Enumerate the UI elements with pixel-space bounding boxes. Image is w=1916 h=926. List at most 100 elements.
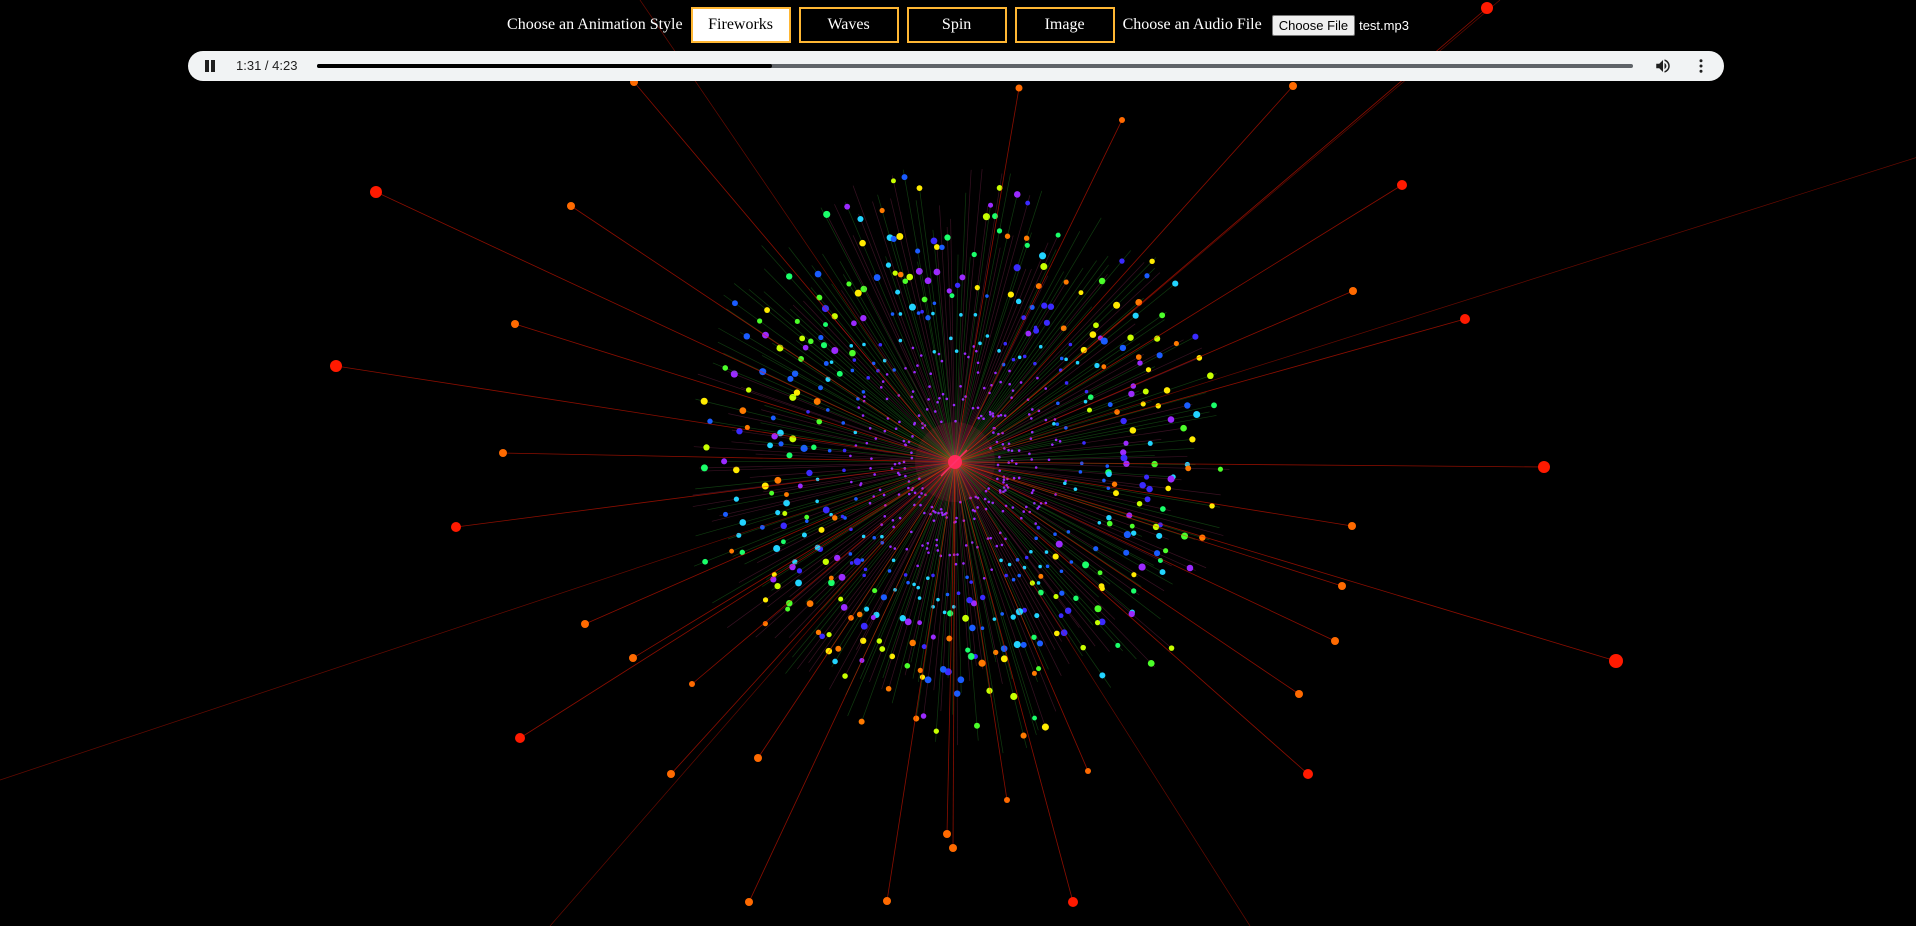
firework-particle xyxy=(1106,514,1112,521)
firework-particle xyxy=(822,558,829,565)
firework-particle xyxy=(806,469,813,477)
firework-particle xyxy=(778,441,784,447)
firework-particle xyxy=(975,349,978,353)
firework-particle xyxy=(939,244,945,251)
firework-particle xyxy=(879,646,886,652)
firework-particle xyxy=(929,372,933,376)
firework-particle xyxy=(973,312,978,317)
firework-particle xyxy=(904,443,907,446)
firework-particle xyxy=(966,596,973,604)
firework-particle xyxy=(1010,459,1014,462)
firework-particle xyxy=(860,558,865,562)
firework-particle xyxy=(1189,436,1196,443)
firework-particle xyxy=(1217,466,1224,472)
firework-particle xyxy=(994,371,997,375)
firework-particle xyxy=(1106,471,1112,478)
firework-particle xyxy=(911,435,914,438)
firework-particle xyxy=(862,342,866,347)
pause-button[interactable] xyxy=(202,58,218,74)
burst-ray xyxy=(502,452,956,463)
firework-particle xyxy=(901,174,908,181)
firework-particle xyxy=(1129,427,1137,434)
firework-particle xyxy=(1132,312,1139,319)
firework-particle xyxy=(1002,478,1006,482)
more-options-button[interactable] xyxy=(1692,57,1710,75)
firework-particle xyxy=(818,334,824,341)
firework-particle xyxy=(863,395,866,398)
seek-slider[interactable] xyxy=(317,64,1633,68)
firework-particle xyxy=(1044,387,1048,390)
firework-particle xyxy=(1159,569,1166,576)
firework-particle xyxy=(894,427,898,430)
firework-particle xyxy=(1040,263,1048,271)
image-button[interactable]: Image xyxy=(1014,7,1115,43)
firework-particle xyxy=(1193,410,1201,418)
firework-particle xyxy=(857,215,864,223)
firework-particle xyxy=(916,185,923,192)
firework-particle xyxy=(773,544,781,553)
firework-particle xyxy=(988,410,992,414)
firework-particle xyxy=(866,376,871,380)
firework-particle xyxy=(915,248,921,254)
firework-particle xyxy=(1036,507,1039,510)
firework-particle xyxy=(815,499,819,504)
firework-particle xyxy=(1044,501,1048,505)
firework-particle xyxy=(850,368,855,373)
firework-spark xyxy=(883,897,891,905)
firework-particle xyxy=(1106,520,1113,527)
firework-particle xyxy=(1030,417,1033,420)
burst-ray xyxy=(633,81,956,463)
firework-particle xyxy=(822,506,830,514)
firework-particle xyxy=(1025,505,1028,509)
firework-particle xyxy=(881,380,885,383)
firework-particle xyxy=(1024,242,1030,248)
audio-file-label: Choose an Audio File xyxy=(1122,16,1262,33)
firework-particle xyxy=(880,534,884,539)
waves-button[interactable]: Waves xyxy=(798,7,899,43)
firework-particle xyxy=(865,441,869,445)
firework-particle xyxy=(1105,464,1110,468)
firework-particle xyxy=(919,674,926,680)
firework-particle xyxy=(823,322,828,328)
volume-button[interactable] xyxy=(1654,57,1672,75)
firework-particle xyxy=(904,474,907,478)
firework-particle xyxy=(1083,399,1088,404)
firework-particle xyxy=(811,444,817,451)
firework-particle xyxy=(1003,341,1008,346)
firework-particle xyxy=(1019,381,1023,384)
firework-particle xyxy=(902,278,909,284)
firework-particle xyxy=(1078,470,1083,474)
firework-spark xyxy=(1085,768,1091,774)
firework-spark xyxy=(511,320,519,328)
choose-file-button[interactable]: Choose File xyxy=(1271,14,1356,36)
firework-particle xyxy=(1159,312,1166,319)
firework-particle xyxy=(802,344,809,351)
firework-particle xyxy=(1184,402,1191,409)
firework-particle xyxy=(732,300,738,307)
firework-particle xyxy=(1144,496,1151,503)
firework-particle xyxy=(1094,605,1102,613)
firework-particle xyxy=(916,585,921,590)
firework-particle xyxy=(1041,302,1048,309)
firework-particle xyxy=(932,301,937,306)
burst-ray xyxy=(954,461,1004,754)
firework-particle xyxy=(954,562,958,566)
firework-spark xyxy=(1397,180,1407,190)
firework-particle xyxy=(964,544,968,547)
firework-particle xyxy=(805,519,809,523)
firework-particle xyxy=(1034,613,1040,619)
firework-particle xyxy=(956,591,961,596)
firework-particle xyxy=(996,228,1003,234)
firework-particle xyxy=(1160,506,1166,512)
firework-particle xyxy=(907,486,910,490)
firework-particle xyxy=(722,511,729,517)
selected-file-name: test.mp3 xyxy=(1359,17,1409,33)
firework-spark xyxy=(1460,314,1470,324)
spin-button[interactable]: Spin xyxy=(906,7,1007,43)
firework-particle xyxy=(928,385,931,388)
firework-particle xyxy=(785,606,791,612)
firework-particle xyxy=(842,468,846,473)
firework-particle xyxy=(1053,532,1057,536)
fireworks-button[interactable]: Fireworks xyxy=(690,7,791,43)
firework-particle xyxy=(891,518,895,522)
